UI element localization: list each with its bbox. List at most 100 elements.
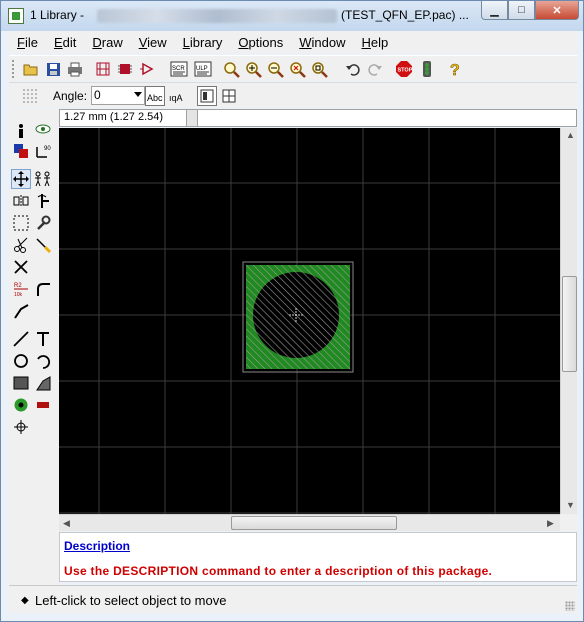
open-folder-icon[interactable] — [21, 59, 41, 79]
symbol-icon[interactable] — [137, 59, 157, 79]
tool-palette: 90 R2 10k — [9, 109, 59, 585]
polygon-tool-icon[interactable] — [33, 373, 53, 393]
drawing-canvas[interactable] — [59, 128, 560, 514]
change-wrench-icon[interactable] — [33, 213, 53, 233]
vertical-scrollbar[interactable]: ▲ ▼ — [560, 128, 577, 514]
svg-text:R2: R2 — [14, 283, 22, 289]
title-bar[interactable]: 1 Library - (TEST_QFN_EP.pac) ... ▁ □ ✕ — [1, 1, 583, 31]
menu-draw[interactable]: Draw — [84, 35, 130, 50]
board-icon[interactable] — [115, 59, 135, 79]
window-controls: ▁ □ ✕ — [481, 1, 579, 21]
redraw-icon[interactable] — [287, 59, 307, 79]
zoom-out-icon[interactable] — [265, 59, 285, 79]
angle-select[interactable]: 0 — [91, 86, 145, 105]
delete-icon[interactable] — [11, 257, 31, 277]
vertical-scroll-thumb[interactable] — [562, 276, 577, 372]
cut-scissors-icon[interactable] — [11, 235, 31, 255]
chevron-down-icon — [134, 92, 142, 97]
ulp-icon[interactable]: ULP — [193, 59, 213, 79]
zoom-select-icon[interactable] — [309, 59, 329, 79]
scroll-down-icon[interactable]: ▼ — [566, 500, 575, 510]
redo-icon[interactable] — [365, 59, 385, 79]
script-icon[interactable]: SCR — [169, 59, 189, 79]
circle-tool-icon[interactable] — [11, 351, 31, 371]
window-title: 1 Library - — [30, 8, 85, 22]
minimize-button[interactable]: ▁ — [481, 1, 508, 20]
text-tool-icon[interactable] — [33, 329, 53, 349]
rectangle-tool-icon[interactable] — [11, 373, 31, 393]
status-bar: ◆ Left-click to select object to move — [9, 585, 577, 613]
library-window: 1 Library - (TEST_QFN_EP.pac) ... ▁ □ ✕ … — [0, 0, 584, 622]
description-message: Use the DESCRIPTION command to enter a d… — [64, 564, 493, 578]
undo-icon[interactable] — [343, 59, 363, 79]
name-smash-icon[interactable]: R2 10k — [11, 279, 31, 299]
diamond-icon: ◆ — [21, 595, 29, 606]
print-icon[interactable] — [65, 59, 85, 79]
svg-text:ULP: ULP — [196, 66, 208, 72]
menu-window[interactable]: Window — [291, 35, 353, 50]
menu-library[interactable]: Library — [175, 35, 231, 50]
move-icon[interactable] — [11, 169, 31, 189]
horizontal-scrollbar[interactable]: ◀ ▶ — [59, 514, 560, 531]
scroll-corner — [560, 514, 577, 531]
main-toolbar: SCR ULP STOP ? — [9, 55, 577, 81]
description-link[interactable]: Description — [64, 539, 130, 553]
menu-view[interactable]: View — [131, 35, 175, 50]
copy-icon[interactable] — [33, 169, 53, 189]
smd-tool-icon[interactable] — [33, 395, 53, 415]
rotate-icon[interactable] — [33, 191, 53, 211]
grid-dots-icon[interactable] — [20, 86, 40, 106]
svg-text:?: ? — [450, 62, 460, 78]
app-icon — [8, 8, 24, 24]
hole-tool-icon[interactable] — [11, 417, 31, 437]
scroll-right-icon[interactable]: ▶ — [547, 518, 554, 529]
go-icon[interactable] — [417, 59, 437, 79]
text-mirror-icon[interactable]: Abc — [145, 86, 165, 106]
menu-options[interactable]: Options — [230, 35, 291, 50]
wire-line-icon[interactable] — [11, 329, 31, 349]
zoom-fit-icon[interactable] — [221, 59, 241, 79]
paste-icon[interactable] — [33, 235, 53, 255]
miter-icon[interactable] — [33, 279, 53, 299]
redacted-path — [97, 9, 337, 23]
svg-text:ıqA: ıqA — [169, 93, 183, 103]
svg-text:Abc: Abc — [147, 93, 163, 103]
help-icon[interactable]: ? — [445, 59, 465, 79]
coordinate-readout: 1.27 mm (1.27 2.54) — [64, 111, 164, 123]
close-button[interactable]: ✕ — [535, 1, 579, 20]
coordinate-display: 1.27 mm (1.27 2.54) — [59, 109, 577, 127]
pad-tool-icon[interactable] — [11, 395, 31, 415]
svg-text:STOP: STOP — [398, 68, 413, 74]
text-spin-icon[interactable]: ıqA — [167, 86, 187, 106]
angle-value: 0 — [94, 88, 101, 102]
horizontal-scroll-thumb[interactable] — [231, 516, 397, 530]
resize-grip[interactable] — [565, 601, 575, 611]
save-icon[interactable] — [43, 59, 63, 79]
menu-edit[interactable]: Edit — [46, 35, 84, 50]
mark-icon[interactable]: 90 — [33, 141, 53, 161]
schematic-board-icon[interactable] — [93, 59, 113, 79]
group-icon[interactable] — [11, 213, 31, 233]
menu-file[interactable]: File — [9, 35, 46, 50]
toolbar-grip[interactable] — [12, 60, 15, 78]
maximize-button[interactable]: □ — [508, 1, 535, 20]
split-icon[interactable] — [11, 301, 31, 321]
angle-label: Angle: — [53, 89, 88, 103]
parameter-toolbar: Angle: 0 Abc ıqA — [9, 82, 577, 108]
stop-icon[interactable]: STOP — [394, 59, 414, 79]
description-pane: Description Use the DESCRIPTION command … — [59, 532, 577, 582]
display-layers-icon[interactable] — [11, 141, 31, 161]
svg-text:10k: 10k — [14, 292, 23, 298]
layout-split-icon[interactable] — [219, 86, 239, 106]
zoom-in-icon[interactable] — [243, 59, 263, 79]
layout-single-icon[interactable] — [197, 86, 217, 106]
arc-tool-icon[interactable] — [33, 351, 53, 371]
info-icon[interactable] — [11, 121, 31, 141]
coordinate-separator — [186, 110, 198, 126]
mirror-icon[interactable] — [11, 191, 31, 211]
canvas-drawing — [59, 128, 560, 514]
scroll-left-icon[interactable]: ◀ — [63, 518, 70, 529]
menu-help[interactable]: Help — [354, 35, 397, 50]
scroll-up-icon[interactable]: ▲ — [566, 130, 575, 140]
show-eye-icon[interactable] — [33, 119, 53, 139]
